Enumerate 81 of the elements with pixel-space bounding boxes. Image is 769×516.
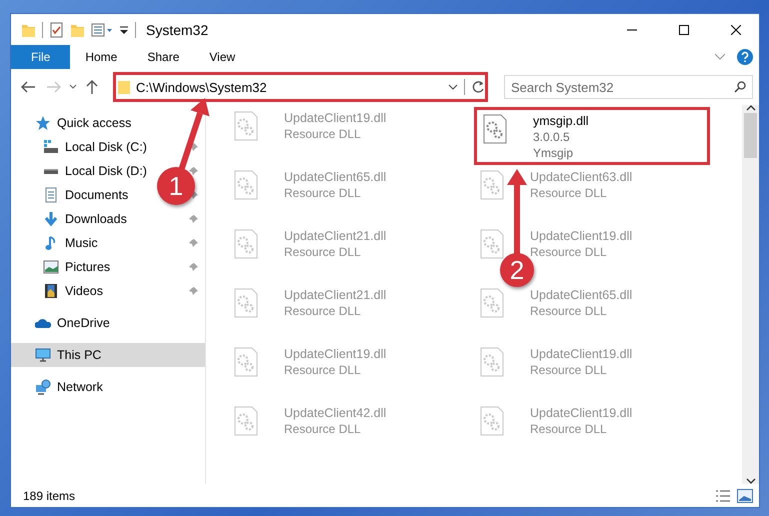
file-detail: 3.0.0.5 <box>533 130 571 144</box>
sidebar-item[interactable]: Quick access <box>11 111 136 135</box>
window-title: System32 <box>146 22 208 38</box>
step-badge: 1 <box>157 167 195 205</box>
file-detail: Resource DLL <box>284 422 362 436</box>
film-icon <box>43 283 59 299</box>
help-icon[interactable] <box>737 49 753 65</box>
dll-file-icon <box>234 111 258 141</box>
dll-file-icon <box>480 347 504 377</box>
item-count: 189 items <box>23 488 76 502</box>
address-bar[interactable]: C:\Windows\System32 <box>113 72 488 102</box>
pin-icon[interactable] <box>189 238 199 248</box>
large-icons-view-icon[interactable] <box>737 488 753 502</box>
file-detail: Resource DLL <box>530 186 608 200</box>
file-detail: Resource DLL <box>530 422 608 436</box>
pin-icon[interactable] <box>189 142 199 152</box>
file-detail: Resource DLL <box>530 304 608 318</box>
file-detail: Resource DLL <box>284 245 362 259</box>
dll-file-icon <box>480 170 504 200</box>
sidebar-item[interactable]: Network <box>11 375 107 399</box>
pin-icon[interactable] <box>189 166 199 176</box>
file-detail: Resource DLL <box>530 363 608 377</box>
maximize-icon[interactable] <box>679 24 689 34</box>
sidebar-item[interactable]: This PC <box>11 343 205 367</box>
chevron-icon[interactable] <box>715 54 725 60</box>
document-icon <box>43 187 59 203</box>
ribbon-tab[interactable]: Share <box>132 45 194 69</box>
scrollbar-thumb[interactable] <box>744 113 757 158</box>
scroll-down-icon[interactable] <box>746 478 756 484</box>
file-detail: Ymsgip <box>533 146 574 160</box>
sidebar-item[interactable]: Local Disk (D:) <box>11 159 151 183</box>
step-badge: 2 <box>500 253 534 287</box>
pictures-icon <box>43 259 59 275</box>
file-item[interactable]: ymsgip.dll 3.0.0.5 Ymsgip <box>474 107 710 165</box>
ribbon-tab[interactable]: File <box>11 45 70 69</box>
file-detail: Resource DLL <box>284 304 362 318</box>
pin-icon[interactable] <box>189 262 199 272</box>
sidebar-item[interactable]: Videos <box>11 279 107 303</box>
caret-icon[interactable] <box>448 84 458 90</box>
sidebar-item[interactable]: Documents <box>11 183 132 207</box>
file-detail: Resource DLL <box>284 127 362 141</box>
file-detail: Resource DLL <box>284 186 362 200</box>
sidebar-item[interactable]: Pictures <box>11 255 114 279</box>
close-icon[interactable] <box>731 24 741 34</box>
search-icon[interactable] <box>734 81 746 93</box>
scroll-up-icon[interactable] <box>746 105 756 111</box>
monitor-icon <box>35 347 51 363</box>
refresh-icon[interactable] <box>471 80 485 94</box>
ribbon-tab[interactable]: View <box>194 45 250 69</box>
checklist-icon[interactable] <box>49 22 64 38</box>
dll-file-icon <box>483 114 507 144</box>
sidebar-item[interactable]: Local Disk (C:) <box>11 135 151 159</box>
folder-icon <box>116 79 132 95</box>
dll-file-icon <box>480 288 504 318</box>
properties-icon[interactable] <box>91 22 113 38</box>
pin-icon[interactable] <box>189 286 199 296</box>
network-icon <box>35 379 51 395</box>
dll-file-icon <box>234 406 258 436</box>
dll-file-icon <box>234 347 258 377</box>
dll-file-icon <box>234 288 258 318</box>
sidebar-item[interactable]: Downloads <box>11 207 131 231</box>
dll-file-icon <box>234 170 258 200</box>
dll-file-icon <box>480 406 504 436</box>
search-field[interactable]: Search System32 <box>504 75 753 99</box>
sidebar-item[interactable]: OneDrive <box>11 311 114 335</box>
sidebar-item[interactable]: Music <box>11 231 102 255</box>
details-view-icon[interactable] <box>715 488 731 502</box>
dll-file-icon <box>480 229 504 259</box>
file-name[interactable]: ymsgip.dll <box>533 114 589 128</box>
drive-icon <box>43 139 59 155</box>
file-detail: Resource DLL <box>284 363 362 377</box>
up-icon[interactable] <box>86 80 98 94</box>
drive-icon <box>43 168 59 174</box>
ribbon-tab[interactable]: Home <box>70 45 132 69</box>
star-icon <box>35 115 51 131</box>
caret-icon[interactable] <box>69 84 77 90</box>
download-icon <box>43 211 59 227</box>
dll-file-icon <box>234 229 258 259</box>
scrollbar[interactable] <box>742 105 759 484</box>
back-icon[interactable] <box>21 81 35 93</box>
pin-icon[interactable] <box>189 214 199 224</box>
